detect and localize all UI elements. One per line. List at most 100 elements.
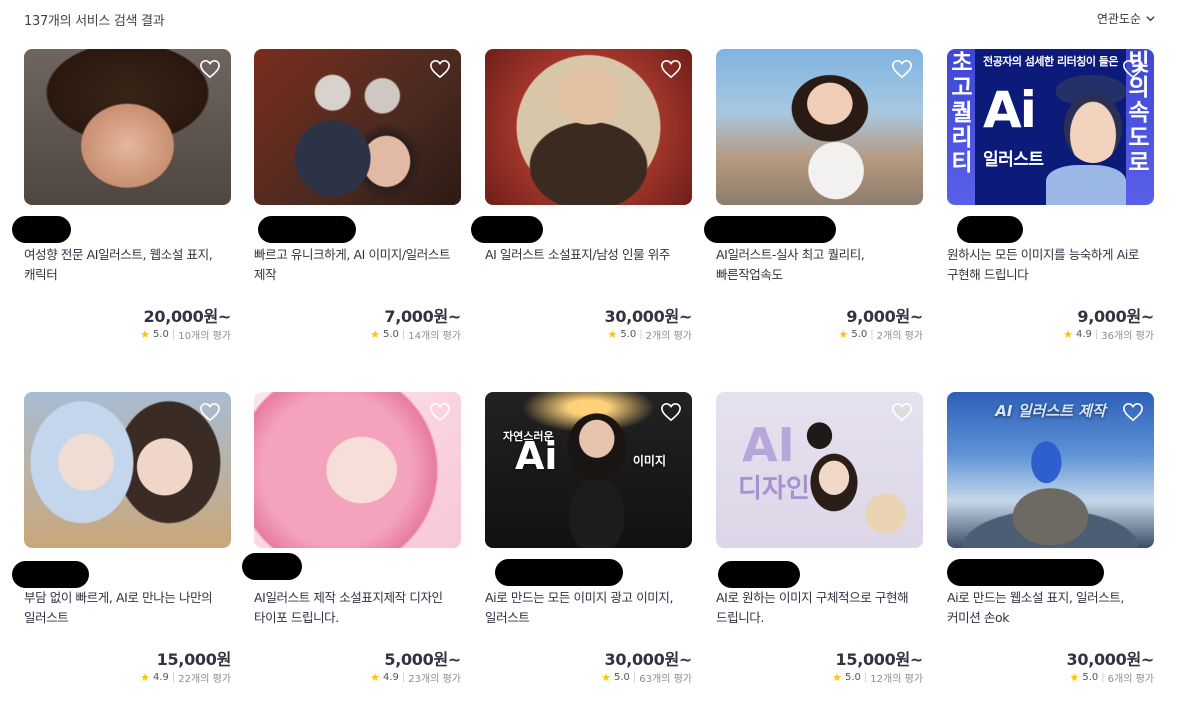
banner-sub-text: 디자인 (738, 474, 810, 504)
divider: | (401, 329, 406, 340)
heart-icon[interactable] (429, 59, 451, 79)
service-price: 7,000원~ (384, 307, 461, 326)
rating: ★ 4.9 | 36개의 평가 (1063, 327, 1154, 342)
heart-icon[interactable] (660, 59, 682, 79)
star-icon: ★ (1063, 328, 1073, 341)
service-title[interactable]: AI일러스트-실사 최고 퀄리티,빠른작업속도 (716, 245, 923, 285)
service-card[interactable]: 초고퀄리티 전공자의 섬세한 리터칭이 들은 Ai 일러스트 빛의속도로 원하시… (947, 49, 1154, 342)
seller-name-redacted (242, 553, 302, 580)
review-count: 2개의 평가 (645, 331, 692, 342)
result-count: 137개의 서비스 검색 결과 (24, 14, 165, 29)
rating: ★ 5.0 | 10개의 평가 (140, 327, 231, 342)
seller-name-redacted (471, 216, 543, 243)
service-price: 20,000원~ (143, 307, 232, 326)
divider: | (870, 329, 874, 340)
service-thumbnail[interactable] (485, 49, 692, 205)
service-card[interactable]: 여성향 전문 AI일러스트, 웹소설 표지, 캐릭터 20,000원~ ★ 5.… (12, 49, 232, 342)
divider: | (863, 672, 868, 683)
review-count: 6개의 평가 (1107, 674, 1154, 685)
chevron-down-icon (1146, 16, 1155, 22)
divider: | (632, 672, 637, 683)
star-icon: ★ (140, 671, 150, 684)
rating-score: 5.0 (614, 672, 630, 683)
service-title[interactable]: Ai로 만드는 모든 이미지 광고 이미지, 일러스트 (485, 588, 692, 628)
service-card[interactable]: 빠르고 유니크하게, AI 이미지/일러스트 제작 7,000원~ ★ 5.0 … (254, 49, 461, 342)
seller-name-redacted (704, 216, 836, 243)
service-card[interactable]: AI 디자인 AI로 원하는 이미지 구체적으로 구현해 드립니다. 15,00… (716, 392, 923, 685)
divider: | (171, 672, 176, 683)
star-icon: ★ (607, 328, 618, 341)
service-title[interactable]: 빠르고 유니크하게, AI 이미지/일러스트 제작 (254, 245, 461, 285)
heart-icon[interactable] (429, 402, 451, 422)
service-thumbnail[interactable] (24, 49, 231, 205)
service-thumbnail[interactable] (254, 49, 461, 205)
rating: ★ 4.9 | 23개의 평가 (370, 670, 461, 685)
banner-ai-text: Ai (515, 434, 558, 478)
divider: | (401, 672, 406, 683)
service-price: 15,000원 (156, 650, 232, 669)
seller-name-redacted (12, 216, 71, 243)
service-card[interactable]: AI일러스트-실사 최고 퀄리티,빠른작업속도 9,000원~ ★ 5.0 | … (704, 49, 924, 342)
rating: ★ 5.0 | 12개의 평가 (832, 670, 923, 685)
service-title[interactable]: AI일러스트 제작 소설표지제작 디자인 타이포 드립니다. (254, 588, 461, 628)
heart-icon[interactable] (891, 59, 913, 79)
heart-icon[interactable] (1122, 59, 1144, 79)
service-thumbnail[interactable]: 자연스러운 Ai 이미지 (485, 392, 692, 548)
service-thumbnail[interactable] (716, 49, 923, 205)
review-count: 63개의 평가 (639, 674, 692, 685)
banner-tagline: 전공자의 섬세한 리터칭이 들은 (982, 55, 1119, 68)
service-title[interactable]: 원하시는 모든 이미지를 능숙하게 Ai로 구현해 드립니다 (947, 245, 1154, 285)
banner-ai-text: AI (742, 418, 795, 472)
service-card[interactable]: AI 일러스트 소설표지/남성 인물 위주 30,000원~ ★ 5.0 | 2… (471, 49, 693, 342)
heart-icon[interactable] (199, 59, 221, 79)
service-title[interactable]: AI 일러스트 소설표지/남성 인물 위주 (485, 245, 692, 265)
character-face (1064, 93, 1122, 163)
service-thumbnail[interactable]: AI 일러스트 제작 (947, 392, 1154, 548)
service-card[interactable]: 자연스러운 Ai 이미지 Ai로 만드는 모든 이미지 광고 이미지, 일러스트… (485, 392, 693, 685)
service-thumbnail[interactable] (24, 392, 231, 548)
seller-name-redacted (495, 559, 623, 586)
heart-icon[interactable] (1122, 402, 1144, 422)
banner-ai-text: Ai (983, 81, 1037, 139)
service-thumbnail[interactable]: AI 디자인 (716, 392, 923, 548)
rating-score: 5.0 (153, 329, 169, 340)
service-card[interactable]: 부담 없이 빠르게, AI로 만나는 나만의 일러스트 15,000원 ★ 4.… (12, 392, 232, 685)
rating: ★ 5.0 | 6개의 평가 (1070, 670, 1155, 685)
star-icon: ★ (601, 671, 611, 684)
star-icon: ★ (140, 328, 150, 341)
divider: | (171, 329, 176, 340)
rating-score: 5.0 (620, 329, 637, 340)
divider: | (1101, 672, 1105, 683)
star-icon: ★ (370, 671, 380, 684)
service-price: 5,000원~ (384, 650, 461, 669)
rating-score: 5.0 (845, 672, 861, 683)
service-thumbnail[interactable]: 초고퀄리티 전공자의 섬세한 리터칭이 들은 Ai 일러스트 빛의속도로 (947, 49, 1154, 205)
seller-name-redacted (957, 216, 1023, 243)
review-count: 23개의 평가 (408, 674, 461, 685)
service-price: 30,000원~ (604, 650, 693, 669)
review-count: 12개의 평가 (870, 674, 923, 685)
service-title[interactable]: AI로 원하는 이미지 구체적으로 구현해 드립니다. (716, 588, 923, 628)
service-card[interactable]: AI 일러스트 제작 Ai로 만드는 웹소설 표지, 일러스트, 커미션 손ok… (947, 392, 1155, 685)
heart-icon[interactable] (660, 402, 682, 422)
divider: | (1094, 329, 1099, 340)
rating: ★ 5.0 | 2개의 평가 (839, 327, 924, 342)
service-price: 9,000원~ (846, 307, 923, 326)
service-thumbnail[interactable] (254, 392, 461, 548)
banner-sub-text: 일러스트 (983, 150, 1044, 170)
banner-center: 전공자의 섬세한 리터칭이 들은 Ai 일러스트 (975, 49, 1126, 205)
sort-dropdown[interactable]: 연관도순 (1097, 10, 1156, 27)
service-title[interactable]: 여성향 전문 AI일러스트, 웹소설 표지, 캐릭터 (24, 245, 231, 285)
star-icon: ★ (1069, 671, 1080, 684)
rating-score: 4.9 (153, 672, 169, 683)
results-header: 137개의 서비스 검색 결과 연관도순 (0, 0, 1200, 40)
heart-icon[interactable] (891, 402, 913, 422)
star-icon: ★ (832, 671, 842, 684)
service-title[interactable]: Ai로 만드는 웹소설 표지, 일러스트, 커미션 손ok (947, 588, 1154, 628)
service-card[interactable]: AI일러스트 제작 소설표지제작 디자인 타이포 드립니다. 5,000원~ ★… (242, 392, 461, 685)
service-title[interactable]: 부담 없이 빠르게, AI로 만나는 나만의 일러스트 (24, 588, 231, 628)
rating-score: 5.0 (1082, 672, 1099, 683)
rating: ★ 5.0 | 63개의 평가 (601, 670, 692, 685)
service-price: 30,000원~ (604, 307, 693, 326)
heart-icon[interactable] (199, 402, 221, 422)
